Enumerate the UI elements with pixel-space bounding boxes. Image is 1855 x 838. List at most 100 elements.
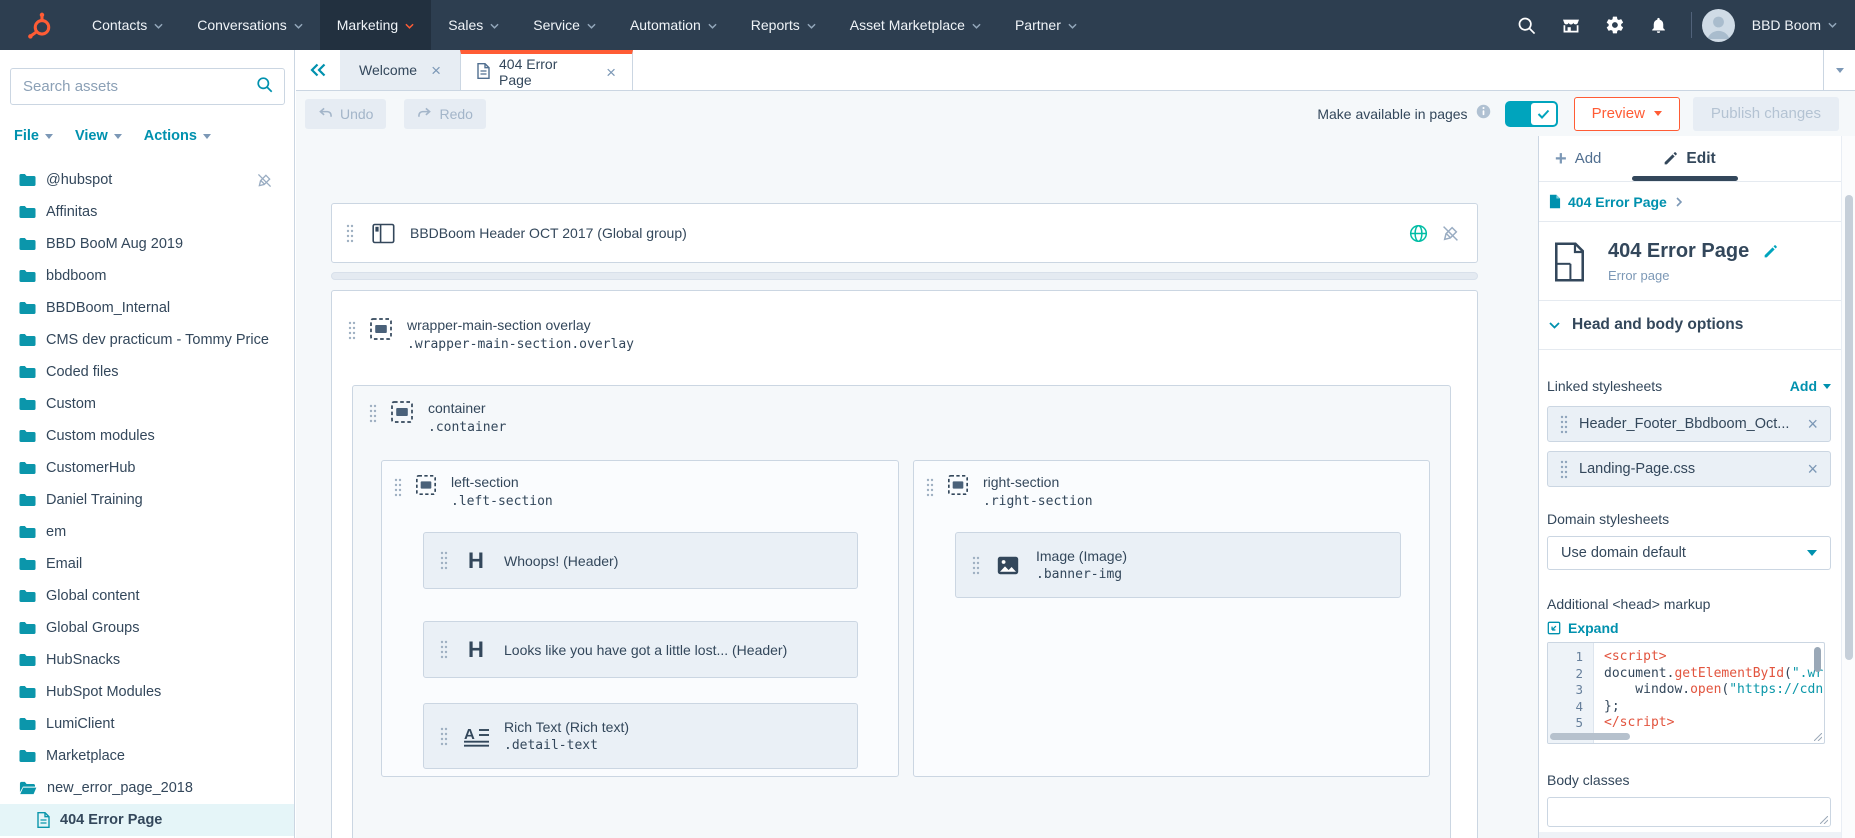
close-icon[interactable]: ×	[1807, 460, 1818, 478]
sidebar-folder[interactable]: Custom	[0, 388, 294, 420]
module-card[interactable]: H Looks like you have got a little lost..…	[423, 621, 858, 678]
tab-edit[interactable]: Edit	[1663, 150, 1716, 168]
resize-grip-icon[interactable]	[1814, 733, 1822, 741]
undo-button[interactable]: Undo	[305, 98, 387, 129]
sidebar-folder[interactable]: LumiClient	[0, 708, 294, 740]
sidebar-folder[interactable]: BBD BooM Aug 2019	[0, 228, 294, 260]
collapsed-row[interactable]	[331, 272, 1478, 280]
actions-menu[interactable]: Actions	[144, 128, 211, 144]
tab-overflow-button[interactable]	[1823, 50, 1855, 90]
nav-item[interactable]: Conversations	[180, 0, 320, 50]
nav-item[interactable]: Reports	[734, 0, 833, 50]
folder-icon	[19, 653, 36, 667]
vertical-scrollbar-thumb[interactable]	[1814, 647, 1821, 672]
nav-item[interactable]: Sales	[431, 0, 516, 50]
sidebar-folder[interactable]: Daniel Training	[0, 484, 294, 516]
module-card[interactable]: A Rich Text (Rich text) .detail-text	[423, 703, 858, 769]
view-menu[interactable]: View	[75, 128, 122, 144]
drag-handle-icon[interactable]	[440, 551, 448, 570]
panel-scrollbar-thumb[interactable]	[1845, 195, 1853, 660]
nav-item[interactable]: Marketing	[319, 0, 432, 50]
module-card[interactable]: H Whoops! (Header)	[423, 532, 858, 589]
sidebar-folder[interactable]: Coded files	[0, 356, 294, 388]
collapse-sidebar-button[interactable]	[296, 50, 340, 90]
hubspot-logo[interactable]	[0, 0, 75, 50]
stylesheet-chip[interactable]: Header_Footer_Bbdboom_Oct... ×	[1547, 406, 1831, 442]
nav-item[interactable]: Asset Marketplace	[833, 0, 998, 50]
toolbar-right: Make available in pages Preview Publish …	[1317, 96, 1855, 131]
resize-grip-icon[interactable]	[1820, 816, 1828, 824]
container-row[interactable]: container .container	[369, 400, 506, 435]
close-icon[interactable]: ×	[1807, 415, 1818, 433]
panel-scrollbar[interactable]	[1841, 136, 1855, 838]
container-section: container .container left-section .left-…	[352, 385, 1451, 838]
expand-editor-button[interactable]: Expand	[1547, 620, 1831, 636]
gear-icon[interactable]	[1593, 15, 1637, 35]
preview-button[interactable]: Preview	[1573, 96, 1680, 131]
folder-icon	[19, 589, 36, 603]
head-markup-code-editor[interactable]: 12345 <script> document.getElementById(".…	[1547, 642, 1825, 744]
nav-item[interactable]: Automation	[613, 0, 734, 50]
sidebar-folder[interactable]: CustomerHub	[0, 452, 294, 484]
tab-welcome[interactable]: Welcome ×	[340, 50, 460, 90]
drag-handle-icon[interactable]	[972, 556, 980, 575]
sidebar-folder[interactable]: @hubspot	[0, 164, 294, 196]
sidebar-folder[interactable]: bbdboom	[0, 260, 294, 292]
module-card[interactable]: Image (Image) .banner-img	[955, 532, 1401, 598]
file-menu[interactable]: File	[14, 128, 53, 144]
marketplace-icon[interactable]	[1549, 15, 1593, 35]
sidebar-folder[interactable]: Global content	[0, 580, 294, 612]
nav-item[interactable]: Partner	[998, 0, 1094, 50]
horizontal-scrollbar[interactable]	[1550, 733, 1810, 741]
body-classes-input[interactable]	[1547, 797, 1831, 827]
sidebar-folder[interactable]: Marketplace	[0, 740, 294, 772]
sidebar-folder[interactable]: CMS dev practicum - Tommy Price	[0, 324, 294, 356]
wrapper-section-row[interactable]: wrapper-main-section overlay .wrapper-ma…	[348, 317, 634, 352]
sidebar-folder[interactable]: Email	[0, 548, 294, 580]
bell-icon[interactable]	[1637, 15, 1681, 35]
redo-button[interactable]: Redo	[404, 98, 486, 129]
nav-item[interactable]: Contacts	[75, 0, 180, 50]
module-title: Rich Text (Rich text)	[504, 719, 629, 735]
search-icon[interactable]	[256, 76, 273, 98]
drag-handle-icon[interactable]	[348, 321, 356, 340]
drag-handle-icon[interactable]	[369, 404, 377, 423]
sidebar-folder[interactable]: BBDBoom_Internal	[0, 292, 294, 324]
sidebar-folder[interactable]: 404 Error Page	[0, 804, 294, 836]
divider	[1690, 12, 1692, 38]
sidebar-folder[interactable]: new_error_page_2018	[0, 772, 294, 804]
global-header-module[interactable]: BBDBoom Header OCT 2017 (Global group)	[331, 203, 1478, 263]
add-stylesheet-button[interactable]: Add	[1790, 378, 1831, 394]
rename-pencil-icon[interactable]	[1763, 244, 1778, 259]
drag-handle-icon[interactable]	[346, 224, 354, 243]
search-icon[interactable]	[1505, 16, 1549, 35]
drag-handle-icon[interactable]	[440, 727, 448, 746]
close-icon[interactable]: ×	[606, 64, 616, 81]
head-body-options-section[interactable]: Head and body options	[1539, 300, 1855, 350]
search-input[interactable]	[11, 78, 256, 95]
drag-handle-icon[interactable]	[440, 640, 448, 659]
code-area[interactable]: <script>document.getElementById(".wrap w…	[1594, 643, 1824, 743]
horizontal-scrollbar-thumb[interactable]	[1550, 733, 1630, 740]
sidebar-folder[interactable]: Global Groups	[0, 612, 294, 644]
file-icon	[477, 62, 490, 82]
sidebar-folder[interactable]: HubSnacks	[0, 644, 294, 676]
close-icon[interactable]: ×	[431, 62, 441, 79]
account-menu[interactable]: BBD Boom	[1701, 8, 1837, 42]
make-available-toggle[interactable]	[1504, 100, 1558, 127]
publish-changes-button[interactable]: Publish changes	[1692, 96, 1839, 131]
domain-stylesheets-select[interactable]: Use domain default	[1547, 536, 1831, 570]
sidebar-folder[interactable]: Affinitas	[0, 196, 294, 228]
sidebar-folder[interactable]: em	[0, 516, 294, 548]
drag-handle-icon[interactable]	[1560, 415, 1568, 434]
line-number: 2	[1575, 665, 1583, 681]
nav-item[interactable]: Service	[516, 0, 613, 50]
sidebar-folder[interactable]: HubSpot Modules	[0, 676, 294, 708]
stylesheet-chip[interactable]: Landing-Page.css ×	[1547, 451, 1831, 487]
breadcrumb-link[interactable]: 404 Error Page	[1568, 194, 1667, 210]
tab-404-error-page[interactable]: 404 Error Page ×	[460, 50, 633, 90]
drag-handle-icon[interactable]	[1560, 460, 1568, 479]
info-icon[interactable]	[1476, 104, 1491, 124]
sidebar-folder[interactable]: Custom modules	[0, 420, 294, 452]
tab-add[interactable]: + Add	[1555, 149, 1601, 169]
